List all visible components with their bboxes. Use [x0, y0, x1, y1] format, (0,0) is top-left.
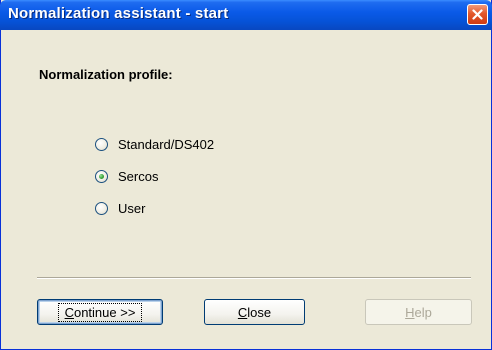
dialog-window: Normalization assistant - start Normaliz… — [0, 0, 492, 350]
radio-label-sercos[interactable]: Sercos — [118, 169, 158, 184]
profile-heading: Normalization profile: — [39, 67, 173, 82]
continue-button-label: Continue >> — [57, 302, 143, 322]
radio-sercos[interactable] — [95, 169, 108, 183]
radio-option-sercos[interactable]: Sercos — [95, 167, 158, 185]
close-x-glyph — [472, 9, 483, 20]
radio-option-standard-ds402[interactable]: Standard/DS402 — [95, 135, 214, 153]
radio-label-user[interactable]: User — [118, 201, 145, 216]
continue-button[interactable]: Continue >> — [37, 299, 163, 325]
window-title: Normalization assistant - start — [8, 5, 229, 22]
title-bar[interactable]: Normalization assistant - start — [0, 0, 492, 30]
separator-line — [37, 277, 471, 279]
radio-standard-ds402[interactable] — [95, 137, 108, 151]
close-x-icon[interactable] — [467, 4, 488, 25]
radio-option-user[interactable]: User — [95, 199, 145, 217]
radio-user[interactable] — [95, 201, 108, 215]
radio-label-standard-ds402[interactable]: Standard/DS402 — [118, 137, 214, 152]
help-button-label: Help — [405, 304, 432, 320]
close-button[interactable]: Close — [204, 299, 305, 325]
help-button[interactable]: Help — [365, 299, 472, 325]
close-button-label: Close — [237, 304, 272, 320]
